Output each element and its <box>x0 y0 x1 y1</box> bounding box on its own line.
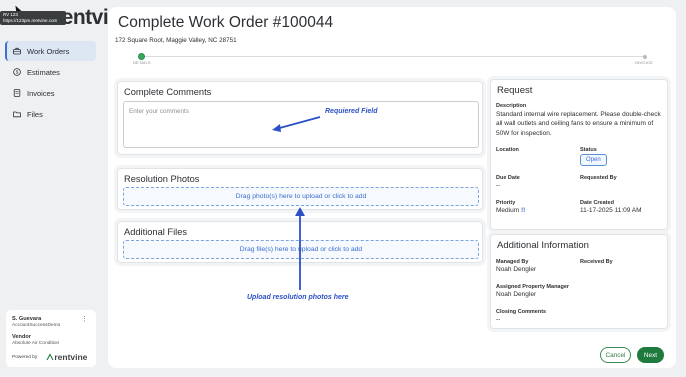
sidebar: rentvine RV 123 https://123pm.rentvine.c… <box>0 0 132 377</box>
request-card: Request Description Standard internal wi… <box>490 79 668 230</box>
url-tooltip: RV 123 https://123pm.rentvine.com <box>0 11 66 25</box>
user-account: AccountSuccessDemo <box>12 323 61 328</box>
required-field-annotation: Requiered Field <box>325 108 378 115</box>
cancel-button[interactable]: Cancel <box>600 347 631 363</box>
user-company: Absolute Air Condition <box>12 341 60 346</box>
date-created-value: 11-17-2025 11:09 AM <box>580 207 642 214</box>
folder-icon <box>13 110 21 118</box>
sidebar-item-label: Invoices <box>27 88 55 98</box>
status-badge: Open <box>580 154 607 166</box>
sidebar-item-label: Files <box>27 109 43 119</box>
rentvine-brand-text: rentvine <box>54 352 88 362</box>
user-name: S. Guevara <box>12 316 42 322</box>
received-by-label: Received By <box>580 259 613 265</box>
sidebar-item-label: Work Orders <box>27 46 70 56</box>
assigned-pm-value: Noah Dengler <box>496 291 537 298</box>
rentvine-brand: rentvine <box>46 352 87 362</box>
powered-by: Powered by rentvine <box>12 352 90 362</box>
toolbox-icon <box>13 47 21 55</box>
sidebar-item-invoices[interactable]: Invoices <box>5 83 96 103</box>
managed-by-value: Noah Dengler <box>496 266 537 273</box>
status-label: Status <box>580 147 597 153</box>
more-options-icon[interactable]: ⋮ <box>81 315 88 323</box>
sidebar-item-files[interactable]: Files <box>5 104 96 124</box>
user-role: Vendor <box>12 334 31 340</box>
main-panel: Complete Work Order #100044 172 Square R… <box>108 7 676 368</box>
priority-value: Medium !! <box>496 206 525 215</box>
next-button[interactable]: Next <box>637 347 664 363</box>
closing-comments-value: -- <box>496 316 501 323</box>
sidebar-nav: Work Orders $ Estimates Invoices Files <box>5 41 96 125</box>
user-card: ⋮ S. Guevara AccountSuccessDemo Vendor A… <box>6 310 96 367</box>
tooltip-url: https://123pm.rentvine.com <box>3 18 58 23</box>
invoice-icon <box>13 89 21 97</box>
location-label: Location <box>496 147 519 153</box>
sidebar-item-label: Estimates <box>27 67 60 77</box>
sidebar-item-estimates[interactable]: $ Estimates <box>5 62 96 82</box>
additional-info-card: Additional Information Managed By Noah D… <box>490 234 668 329</box>
additional-info-title: Additional Information <box>497 240 589 251</box>
closing-comments-label: Closing Comments <box>496 309 547 315</box>
description-label: Description <box>496 103 527 109</box>
priority-text: Medium <box>496 207 520 214</box>
requested-by-label: Requested By <box>580 175 617 181</box>
description-value: Standard internal wire replacement. Plea… <box>496 111 661 137</box>
due-date-value: -- <box>496 182 501 189</box>
required-arrow-head <box>272 124 281 132</box>
required-arrow <box>275 116 321 130</box>
powered-by-label: Powered by <box>12 354 38 360</box>
upload-photos-annotation: Upload resolution photos here <box>247 294 349 301</box>
rentvine-leaf-icon <box>46 353 54 361</box>
upload-arrow-head <box>295 207 305 216</box>
sidebar-item-work-orders[interactable]: Work Orders <box>5 41 96 61</box>
dollar-icon: $ <box>13 68 21 76</box>
request-title: Request <box>497 85 533 96</box>
priority-mark: !! <box>520 207 526 214</box>
svg-text:$: $ <box>16 70 19 75</box>
